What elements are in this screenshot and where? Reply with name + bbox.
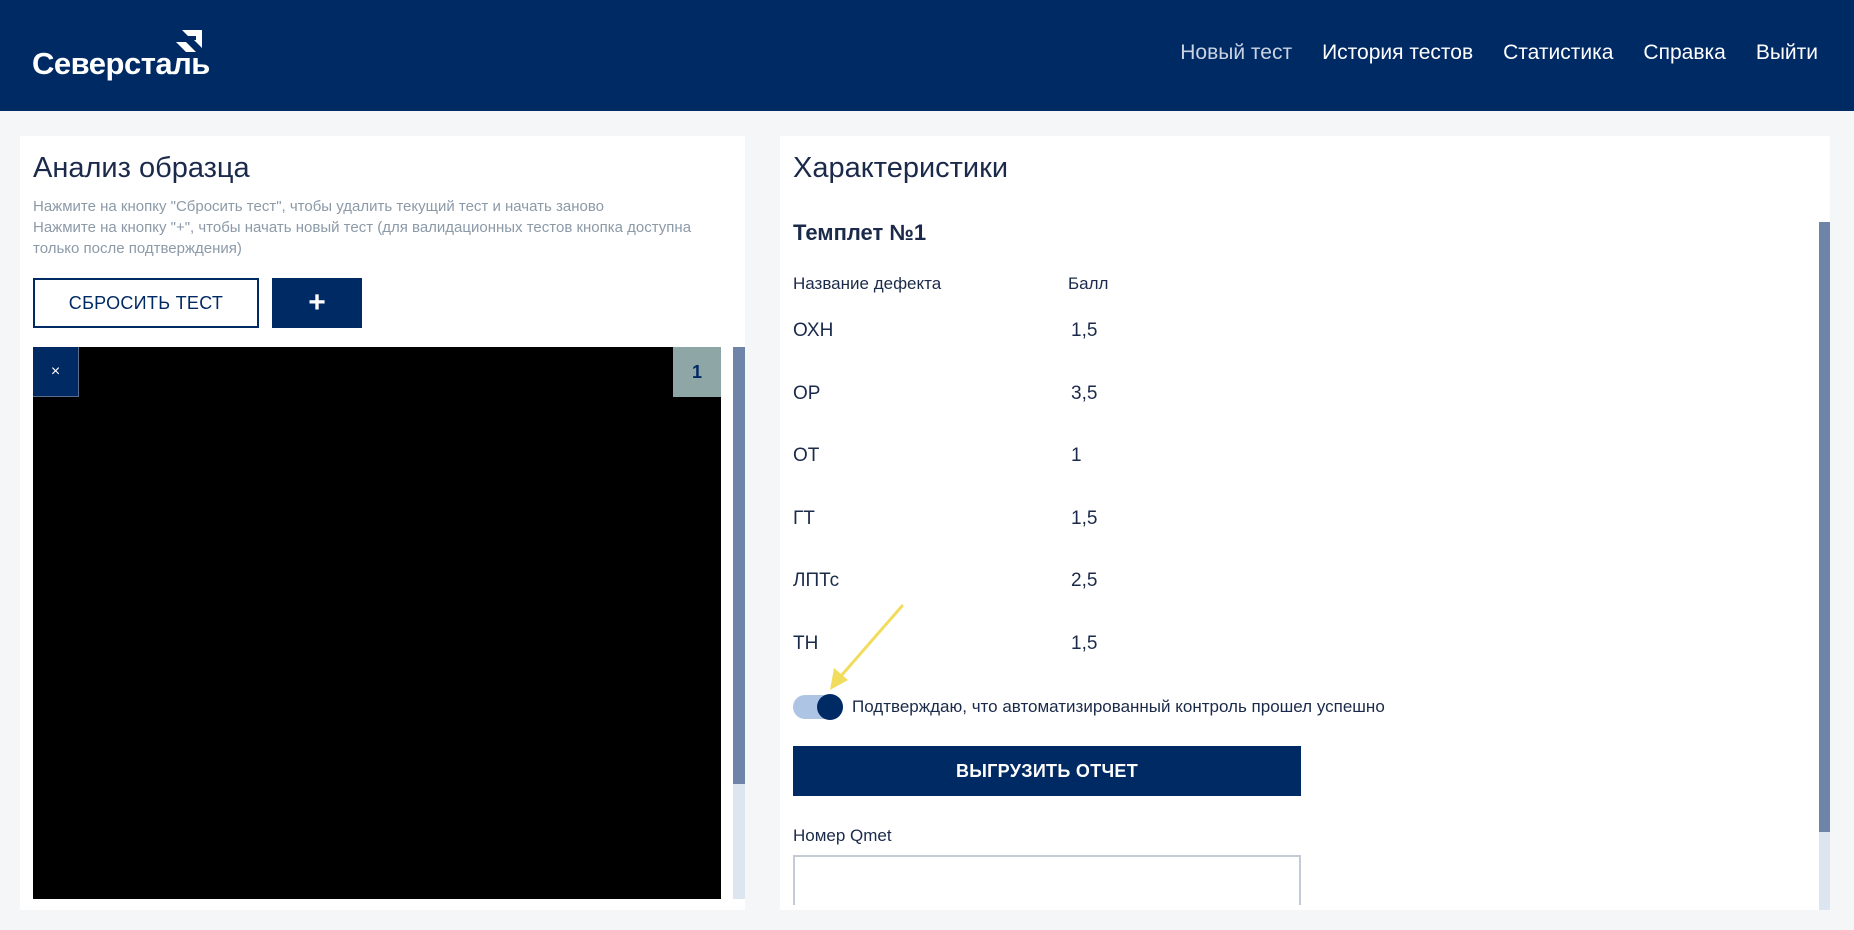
- add-test-button[interactable]: +: [272, 278, 362, 328]
- export-report-button[interactable]: ВЫГРУЗИТЬ ОТЧЕТ: [793, 746, 1301, 796]
- defect-score: 1,5: [1071, 320, 1098, 341]
- hint-reset: Нажмите на кнопку "Сбросить тест", чтобы…: [33, 198, 604, 215]
- defect-name-header: Название дефекта: [793, 274, 942, 293]
- characteristics-title: Характеристики: [793, 152, 1009, 184]
- reset-test-button[interactable]: СБРОСИТЬ ТЕСТ: [33, 278, 259, 328]
- nav-test-history[interactable]: История тестов: [1322, 41, 1473, 65]
- toggle-knob: [817, 694, 843, 720]
- right-scrollbar[interactable]: [1819, 222, 1830, 910]
- defect-name: ОХН: [793, 320, 834, 341]
- confirm-control: Подтверждаю, что автоматизированный конт…: [793, 694, 1385, 720]
- left-scrollbar-thumb[interactable]: [733, 347, 745, 784]
- severstal-logo[interactable]: Северсталь: [32, 26, 210, 82]
- defect-name: ЛПТс: [793, 570, 840, 591]
- nav-statistics[interactable]: Статистика: [1503, 41, 1613, 65]
- nav-help[interactable]: Справка: [1643, 41, 1725, 65]
- defect-score: 1,5: [1071, 633, 1098, 654]
- defect-row: ТН 1,5: [780, 633, 1480, 663]
- right-scrollbar-thumb[interactable]: [1819, 222, 1830, 832]
- defect-row: ОХН 1,5: [780, 320, 1480, 350]
- defect-score: 1: [1071, 445, 1082, 466]
- template-title: Темплет №1: [793, 220, 927, 245]
- nav-new-test[interactable]: Новый тест: [1180, 41, 1292, 65]
- defect-name: ТН: [793, 633, 819, 654]
- confirm-toggle[interactable]: [793, 694, 843, 720]
- defect-name: ГТ: [793, 508, 815, 529]
- nav-logout[interactable]: Выйти: [1756, 41, 1818, 65]
- confirm-label: Подтверждаю, что автоматизированный конт…: [852, 697, 1385, 716]
- close-image-button[interactable]: ×: [33, 347, 79, 397]
- score-header: Балл: [1068, 274, 1109, 293]
- main-nav: Новый тест История тестов Статистика Спр…: [1180, 38, 1818, 68]
- characteristics-panel: Характеристики Темплет №1 Название дефек…: [780, 136, 1830, 910]
- defect-row: ОР 3,5: [780, 383, 1480, 413]
- defect-row: ГТ 1,5: [780, 508, 1480, 538]
- qmet-number-label: Номер Qmet: [793, 826, 892, 845]
- defect-score: 2,5: [1071, 570, 1098, 591]
- defect-row: ЛПТс 2,5: [780, 570, 1480, 600]
- sample-analysis-title: Анализ образца: [33, 152, 250, 184]
- hint-new-test: Нажмите на кнопку "+", чтобы начать новы…: [33, 219, 692, 257]
- logo-mark-icon: [176, 30, 202, 52]
- defect-score: 1,5: [1071, 508, 1098, 529]
- sample-image-viewer[interactable]: × 1: [33, 347, 721, 899]
- top-header: Северсталь Новый тест История тестов Ста…: [0, 0, 1854, 111]
- left-scrollbar[interactable]: [733, 347, 745, 899]
- defect-name: ОТ: [793, 445, 820, 466]
- qmet-number-input[interactable]: [793, 855, 1301, 905]
- image-index-badge: 1: [673, 347, 721, 397]
- defect-name: ОР: [793, 383, 821, 404]
- defect-row: ОТ 1: [780, 445, 1480, 475]
- instructions-text: Нажмите на кнопку "Сбросить тест", чтобы…: [33, 196, 733, 259]
- defect-score: 3,5: [1071, 383, 1098, 404]
- sample-analysis-panel: Анализ образца Нажмите на кнопку "Сброси…: [20, 136, 745, 910]
